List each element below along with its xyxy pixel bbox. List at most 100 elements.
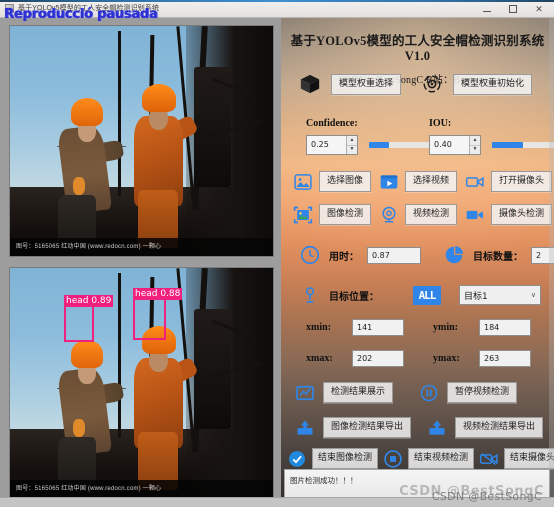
detected-photo: head 0.89 head 0.88 xyxy=(10,268,273,498)
cube-icon[interactable] xyxy=(299,73,321,95)
source-row-1: 选择图像 选择视频 打开摄像头 xyxy=(293,171,553,192)
target-select-value: 目标1 xyxy=(464,291,488,302)
confidence-control: 0.25 ▲ ▼ xyxy=(306,135,447,155)
confidence-label: Confidence: xyxy=(306,118,358,129)
source-row-2: 图像检测 视频检测 摄像头检测 xyxy=(293,204,553,225)
ymax-label: ymax: xyxy=(433,353,460,364)
xmin-label: xmin: xyxy=(306,322,331,333)
camera-icon[interactable] xyxy=(465,172,485,192)
original-image-frame[interactable]: 图号：5165065 红动中国 (www.redocn.com) 一颗心 xyxy=(9,25,274,257)
check-circle-icon[interactable] xyxy=(287,449,307,469)
iou-slider[interactable] xyxy=(492,142,554,148)
xmax-field[interactable]: 202 xyxy=(352,350,404,367)
show-results-button[interactable]: 检测结果展示 xyxy=(323,382,394,403)
confidence-label-text: Confidence: xyxy=(306,118,358,129)
window-controls: ✕ xyxy=(474,0,552,18)
photo-worker-right xyxy=(126,83,199,248)
maximize-button[interactable] xyxy=(500,1,526,18)
video-icon[interactable] xyxy=(379,172,399,192)
application-window: 基于YOLOv5模型的工人安全帽检测识别系统 ✕ Reproducció pau… xyxy=(0,0,554,507)
action-row-3: 结束图像检测 结束视频检测 结束摄像头 xyxy=(287,448,554,469)
confidence-increment[interactable]: ▲ xyxy=(347,136,357,146)
image-caption: 图号：5165065 红动中国 (www.redocn.com) 一颗心 xyxy=(10,480,273,498)
end-camera-button[interactable]: 结束摄像头 xyxy=(504,448,554,469)
image-icon[interactable] xyxy=(293,172,313,192)
detection-label: head 0.89 xyxy=(64,295,114,307)
panel-scrollbar[interactable] xyxy=(549,18,554,507)
detection-box: head 0.88 xyxy=(133,288,183,340)
select-video-button[interactable]: 选择视频 xyxy=(405,171,458,192)
camcorder-icon[interactable] xyxy=(465,205,485,225)
time-label: 用时： xyxy=(329,251,359,263)
image-scan-icon[interactable] xyxy=(293,205,313,225)
page-title: 基于YOLOv5模型的工人安全帽检测识别系统V1.0 xyxy=(290,34,545,63)
action-row-2: 图像检测结果导出 视频检测结果导出 xyxy=(295,417,544,438)
select-image-button[interactable]: 选择图像 xyxy=(319,171,372,192)
results-row: 用时： 0.87 目标数量： 2 xyxy=(299,244,554,266)
select-weights-button[interactable]: 模型权重选择 xyxy=(331,73,402,95)
detected-image-frame[interactable]: head 0.89 head 0.88 图号：5165065 红动中国 (www… xyxy=(9,267,274,499)
export-video-results-button[interactable]: 视频检测结果导出 xyxy=(455,417,544,438)
stop-circle-icon[interactable] xyxy=(383,449,403,469)
target-position-label: 目标位置： xyxy=(329,291,379,303)
pause-video-button[interactable]: 暂停视频检测 xyxy=(447,382,518,403)
action-row-1: 检测结果展示 暂停视频检测 xyxy=(295,382,518,403)
confidence-value: 0.25 xyxy=(311,140,329,149)
close-icon[interactable]: ✕ xyxy=(526,1,552,18)
xmin-field[interactable]: 141 xyxy=(352,319,404,336)
pause-circle-icon[interactable] xyxy=(419,383,439,403)
ymin-row: ymin: 184 xyxy=(433,319,531,336)
image-preview-column: 图号：5165065 红动中国 (www.redocn.com) 一颗心 hea… xyxy=(0,18,281,507)
clock-icon xyxy=(299,244,321,266)
all-targets-badge[interactable]: ALL xyxy=(413,285,441,305)
status-message: 图片检测成功！！！ xyxy=(290,476,358,485)
confidence-decrement[interactable]: ▼ xyxy=(347,146,357,155)
chevron-down-icon: ∨ xyxy=(530,291,536,299)
photo-worker-right xyxy=(126,325,199,490)
chart-line-icon[interactable] xyxy=(295,383,315,403)
target-position-row: 目标位置： ALL 目标1 ∨ xyxy=(299,284,541,306)
iou-increment[interactable]: ▲ xyxy=(470,136,480,146)
pie-chart-icon xyxy=(443,244,465,266)
page-watermark: CSDN @BestSongC xyxy=(431,490,542,503)
detection-box: head 0.89 xyxy=(64,295,114,342)
image-caption: 图号：5165065 红动中国 (www.redocn.com) 一颗心 xyxy=(10,238,273,256)
photo-worker-left xyxy=(52,95,125,249)
original-photo xyxy=(10,26,273,256)
minimize-button[interactable] xyxy=(474,1,500,18)
detect-video-button[interactable]: 视频检测 xyxy=(405,204,458,225)
init-weights-button[interactable]: 模型权重初始化 xyxy=(453,73,533,95)
ymin-label: ymin: xyxy=(433,322,458,333)
control-panel: 基于YOLOv5模型的工人安全帽检测识别系统V1.0 CSDN：BestSong… xyxy=(281,18,554,507)
count-label: 目标数量： xyxy=(473,251,523,263)
target-icon[interactable] xyxy=(421,73,443,95)
iou-value: 0.40 xyxy=(434,140,452,149)
export-image-results-button[interactable]: 图像检测结果导出 xyxy=(323,417,412,438)
ymin-field[interactable]: 184 xyxy=(479,319,531,336)
iou-decrement[interactable]: ▼ xyxy=(470,146,480,155)
xmax-row: xmax: 202 xyxy=(306,350,404,367)
model-weight-row: 模型权重选择 模型权重初始化 xyxy=(299,73,533,95)
target-select[interactable]: 目标1 ∨ xyxy=(459,285,541,305)
time-value-field: 0.87 xyxy=(367,246,421,264)
open-camera-button[interactable]: 打开摄像头 xyxy=(491,171,553,192)
photo-worker-left xyxy=(52,337,125,491)
iou-stepper[interactable]: 0.40 ▲ ▼ xyxy=(429,135,481,155)
confidence-stepper[interactable]: 0.25 ▲ ▼ xyxy=(306,135,358,155)
upload-icon[interactable] xyxy=(295,418,315,438)
detect-image-button[interactable]: 图像检测 xyxy=(319,204,372,225)
end-image-detect-button[interactable]: 结束图像检测 xyxy=(312,448,379,469)
xmax-label: xmax: xyxy=(306,353,333,364)
camera-off-icon[interactable] xyxy=(479,449,499,469)
end-video-detect-button[interactable]: 结束视频检测 xyxy=(408,448,475,469)
detect-camera-button[interactable]: 摄像头检测 xyxy=(491,204,553,225)
xmin-row: xmin: 141 xyxy=(306,319,404,336)
webcam-icon[interactable] xyxy=(379,205,399,225)
upload-icon[interactable] xyxy=(427,418,447,438)
iou-control: 0.40 ▲ ▼ xyxy=(429,135,554,155)
detection-label: head 0.88 xyxy=(133,288,183,300)
title-bar-accent xyxy=(0,0,554,2)
ymax-field[interactable]: 263 xyxy=(479,350,531,367)
playback-overlay-text: Reproducció pausada xyxy=(4,7,158,22)
location-pin-icon xyxy=(299,284,321,306)
